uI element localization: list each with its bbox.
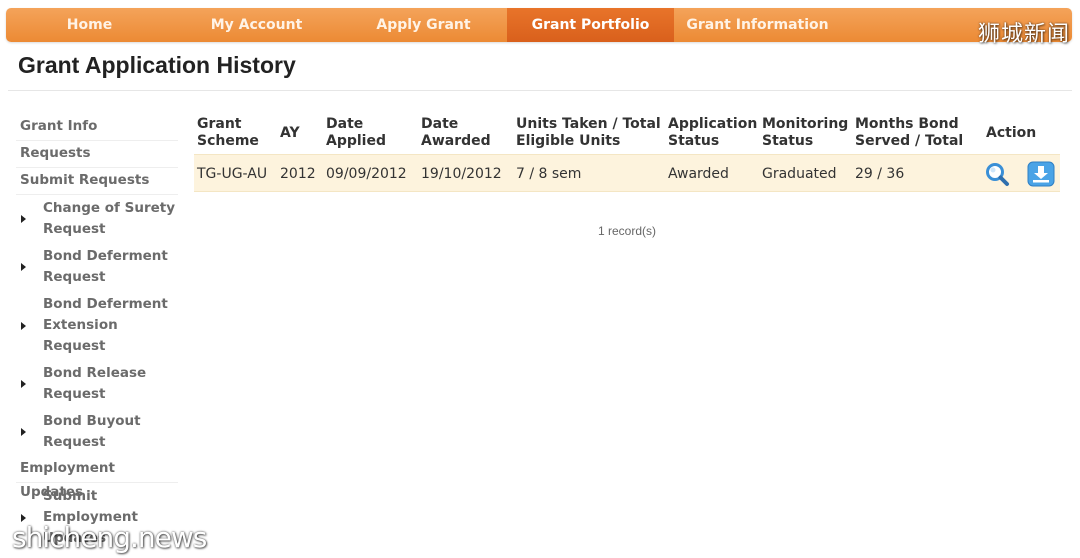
sidebar: Grant Info Requests Submit Requests Chan… [16, 114, 178, 552]
grant-history-table: Grant Scheme AY Date Applied Date Awarded U… [194, 112, 1060, 238]
cell-application-status: Awarded [668, 166, 729, 182]
caret-right-icon [21, 380, 26, 388]
sidebar-requests[interactable]: Requests [16, 141, 178, 168]
sidebar-submit-requests[interactable]: Submit Requests [16, 168, 178, 195]
sidebar-item-label: Bond Deferment Request [43, 248, 168, 285]
cell-grant-scheme: TG-UG-AU [197, 166, 268, 182]
title-divider [8, 90, 1072, 91]
sidebar-item-label: Bond Deferment Extension Request [43, 296, 168, 354]
download-icon[interactable] [1027, 161, 1055, 187]
cell-date-awarded: 19/10/2012 [421, 166, 502, 182]
column-header-monitoring-status: Monitoring Status [762, 116, 849, 149]
record-count: 1 record(s) [597, 224, 656, 238]
column-header-units: Units Taken / Total Eligible Units [516, 116, 661, 149]
nav-home[interactable]: Home [6, 8, 173, 42]
cell-units: 7 / 8 sem [516, 166, 582, 182]
sidebar-grant-info[interactable]: Grant Info [16, 114, 178, 141]
column-header-grant-scheme: Grant Scheme [197, 116, 259, 149]
sidebar-item-bond-deferment-extension[interactable]: Bond Deferment Extension Request [16, 291, 178, 360]
page-title: Grant Application History [18, 52, 296, 78]
sidebar-item-change-of-surety[interactable]: Change of Surety Request [16, 195, 178, 243]
column-header-ay: AY [280, 125, 300, 141]
sidebar-item-bond-release[interactable]: Bond Release Request [16, 360, 178, 408]
nav-grant-portfolio[interactable]: Grant Portfolio [507, 8, 674, 42]
sidebar-item-bond-buyout[interactable]: Bond Buyout Request [16, 408, 178, 456]
table-header: Grant Scheme AY Date Applied Date Awarded U… [194, 112, 1060, 154]
nav-apply-grant[interactable]: Apply Grant [340, 8, 507, 42]
main-nav: Home My Account Apply Grant Grant Portfo… [6, 8, 1072, 42]
search-icon[interactable] [984, 161, 1012, 187]
watermark-top: 狮城新闻 [977, 22, 1070, 47]
column-header-date-applied: Date Applied [326, 116, 386, 149]
sidebar-item-label: Bond Release Request [43, 365, 147, 402]
sidebar-item-bond-deferment[interactable]: Bond Deferment Request [16, 243, 178, 291]
cell-date-applied: 09/09/2012 [326, 166, 407, 182]
sidebar-item-label: Bond Buyout Request [43, 413, 141, 450]
table-row[interactable]: TG-UG-AU 2012 09/09/2012 19/10/2012 7 / … [194, 154, 1060, 192]
cell-months-bond: 29 / 36 [855, 166, 905, 182]
caret-right-icon [21, 428, 26, 436]
nav-grant-information[interactable]: Grant Information [674, 8, 841, 42]
caret-right-icon [21, 263, 26, 271]
sidebar-employment-updates[interactable]: Employment Updates [16, 456, 178, 500]
cell-ay: 2012 [280, 166, 316, 182]
cell-monitoring-status: Graduated [762, 166, 837, 182]
column-header-date-awarded: Date Awarded [421, 116, 491, 149]
caret-right-icon [21, 321, 26, 330]
column-header-action: Action [986, 125, 1037, 141]
column-header-months-bond: Months Bond Served / Total [855, 116, 964, 149]
watermark-bottom: shicheng.news [12, 521, 207, 554]
column-header-application-status: Application Status [668, 116, 758, 149]
sidebar-item-label: Change of Surety Request [43, 200, 176, 237]
nav-my-account[interactable]: My Account [173, 8, 340, 42]
caret-right-icon [21, 215, 26, 223]
